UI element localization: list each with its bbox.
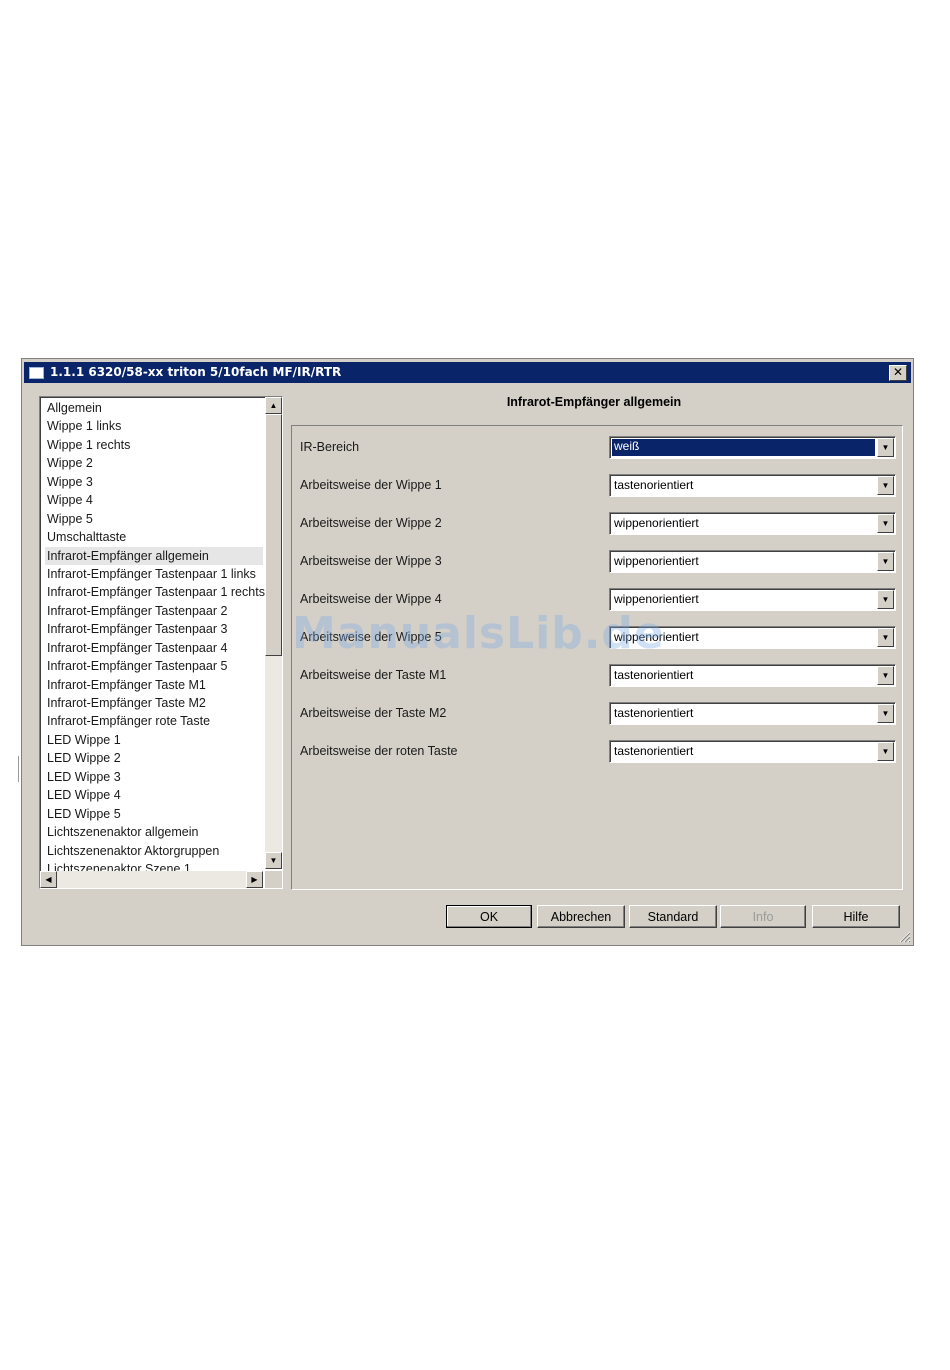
parameter-row: Arbeitsweise der Taste M1 tastenorientier… [300,664,896,688]
tree-item[interactable]: LED Wippe 4 [45,786,263,804]
close-button[interactable]: ✕ [889,365,907,381]
select-value: wippenorientiert [614,516,699,530]
parameter-select[interactable]: wippenorientiert ▼ [609,512,896,535]
parameter-row: Arbeitsweise der Wippe 3 wippenorientiert… [300,550,896,574]
parameter-label: Arbeitsweise der Wippe 3 [300,554,442,568]
parameter-label: Arbeitsweise der roten Taste [300,744,458,758]
tree-item[interactable]: Infrarot-Empfänger allgemein [45,546,263,565]
help-button[interactable]: Hilfe [812,905,900,928]
select-value: wippenorientiert [614,630,699,644]
dropdown-arrow-icon[interactable]: ▼ [877,514,894,533]
tree-items: Allgemein Wippe 1 links Wippe 1 rechts Wipp… [45,399,265,878]
select-value: wippenorientiert [614,592,699,606]
select-value: tastenorientiert [614,706,694,720]
tree-item[interactable]: LED Wippe 3 [45,768,263,786]
tree-item[interactable]: Allgemein [45,399,263,417]
parameter-select[interactable]: wippenorientiert ▼ [609,626,896,649]
dropdown-arrow-icon[interactable]: ▼ [877,590,894,609]
scroll-left-button[interactable]: ◀ [40,871,57,888]
scroll-up-button[interactable]: ▲ [265,397,282,414]
parameter-label: Arbeitsweise der Wippe 5 [300,630,442,644]
parameter-label: Arbeitsweise der Wippe 1 [300,478,442,492]
tree-item[interactable]: Infrarot-Empfänger Taste M1 [45,676,263,694]
info-button: Info [720,905,806,928]
tree-item[interactable]: Wippe 3 [45,473,263,491]
parameter-select[interactable]: tastenorientiert ▼ [609,664,896,687]
parameter-row: Arbeitsweise der Wippe 2 wippenorientiert… [300,512,896,536]
scroll-thumb[interactable] [265,414,282,656]
tree-item[interactable]: LED Wippe 2 [45,749,263,767]
scroll-corner [265,871,282,888]
parameter-row: Arbeitsweise der Wippe 5 wippenorientiert… [300,626,896,650]
tree-item[interactable]: Wippe 1 links [45,417,263,435]
parameter-label: Arbeitsweise der Wippe 4 [300,592,442,606]
select-value: tastenorientiert [614,744,694,758]
tree-item[interactable]: Wippe 4 [45,491,263,509]
tree-item[interactable]: Infrarot-Empfänger Tastenpaar 5 [45,657,263,675]
tree-item[interactable]: Wippe 2 [45,454,263,472]
scroll-right-button[interactable]: ▶ [246,871,263,888]
parameter-row: Arbeitsweise der Taste M2 tastenorientier… [300,702,896,726]
dropdown-arrow-icon[interactable]: ▼ [877,666,894,685]
parameter-row: Arbeitsweise der Wippe 1 tastenorientiert… [300,474,896,498]
horizontal-scrollbar[interactable]: ◀ ▶ [40,871,263,888]
dropdown-arrow-icon[interactable]: ▼ [877,476,894,495]
tree-item[interactable]: Umschalttaste [45,528,263,546]
dialog-window: 1.1.1 6320/58-xx triton 5/10fach MF/IR/R… [21,358,914,946]
parameter-select[interactable]: wippenorientiert ▼ [609,550,896,573]
title-bar[interactable]: 1.1.1 6320/58-xx triton 5/10fach MF/IR/R… [24,362,911,383]
tree-item[interactable]: Infrarot-Empfänger Tastenpaar 3 [45,620,263,638]
dropdown-arrow-icon[interactable]: ▼ [877,552,894,571]
parameter-label: Arbeitsweise der Wippe 2 [300,516,442,530]
panel-title: Infrarot-Empfänger allgemein [506,395,682,409]
tree-item[interactable]: LED Wippe 1 [45,731,263,749]
parameter-select[interactable]: weiß ▼ [609,436,896,459]
parameter-row: Arbeitsweise der roten Taste tastenorient… [300,740,896,764]
parameter-label: Arbeitsweise der Taste M2 [300,706,447,720]
parameter-row: IR-Bereich weiß ▼ [300,436,896,460]
parameter-label: IR-Bereich [300,440,360,454]
dropdown-arrow-icon[interactable]: ▼ [877,704,894,723]
parameter-label: Arbeitsweise der Taste M1 [300,668,447,682]
app-icon [29,367,44,379]
ok-button[interactable]: OK [446,905,532,928]
select-value: wippenorientiert [614,554,699,568]
parameter-select[interactable]: tastenorientiert ▼ [609,474,896,497]
parameter-select[interactable]: wippenorientiert ▼ [609,588,896,611]
select-value: weiß [612,439,875,456]
tree-item[interactable]: Wippe 5 [45,510,263,528]
resize-grip-icon[interactable] [899,931,911,943]
tree-item[interactable]: Infrarot-Empfänger Tastenpaar 2 [45,602,263,620]
cancel-button[interactable]: Abbrechen [537,905,625,928]
parameter-group: IR-Bereich weiß ▼ Arbeitsweise der Wippe 1t… [291,425,903,890]
dropdown-arrow-icon[interactable]: ▼ [877,628,894,647]
tree-item[interactable]: LED Wippe 5 [45,805,263,823]
select-value: tastenorientiert [614,668,694,682]
tree-item[interactable]: Infrarot-Empfänger Taste M2 [45,694,263,712]
parameter-row: Arbeitsweise der Wippe 4 wippenorientiert… [300,588,896,612]
parameter-tree[interactable]: Allgemein Wippe 1 links Wippe 1 rechts Wipp… [39,396,283,889]
standard-button[interactable]: Standard [629,905,717,928]
vertical-scrollbar[interactable]: ▲ ▼ [265,397,282,869]
tree-item[interactable]: Infrarot-Empfänger Tastenpaar 1 rechts [45,583,265,601]
parameter-select[interactable]: tastenorientiert ▼ [609,702,896,725]
dropdown-arrow-icon[interactable]: ▼ [877,438,894,457]
tree-item[interactable]: Wippe 1 rechts [45,436,263,454]
tree-item[interactable]: Infrarot-Empfänger rote Taste [45,712,263,730]
edge-mark [18,756,19,782]
tree-item[interactable]: Infrarot-Empfänger Tastenpaar 4 [45,639,263,657]
tree-item[interactable]: Lichtszenenaktor Aktorgruppen [45,842,263,860]
parameter-select[interactable]: tastenorientiert ▼ [609,740,896,763]
tree-item[interactable]: Infrarot-Empfänger Tastenpaar 1 links [45,565,263,583]
tree-item[interactable]: Lichtszenenaktor allgemein [45,823,263,841]
window-title: 1.1.1 6320/58-xx triton 5/10fach MF/IR/R… [50,365,342,379]
select-value: tastenorientiert [614,478,694,492]
dropdown-arrow-icon[interactable]: ▼ [877,742,894,761]
scroll-down-button[interactable]: ▼ [265,852,282,869]
